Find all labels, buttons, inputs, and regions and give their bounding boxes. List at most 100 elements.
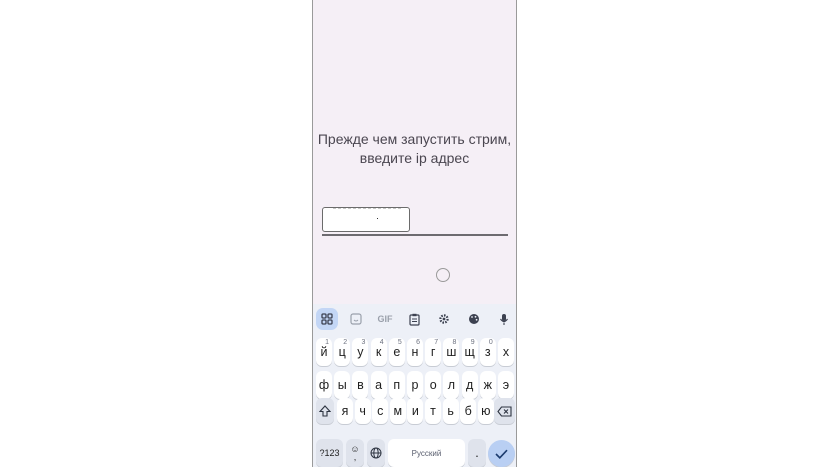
globe-icon [370,447,382,459]
text-cursor [377,218,378,219]
keyboard-toolbar: GIF [313,308,516,332]
mic-icon[interactable] [493,308,515,330]
symbols-key[interactable]: ?123 [316,439,343,467]
key-label: р [411,378,419,392]
space-key[interactable]: Русский [388,439,465,467]
loading-spinner-icon [436,268,450,282]
key-6[interactable]: т [425,398,441,424]
shift-key[interactable] [316,398,334,424]
prompt-line-1: Прежде чем запустить стрим, [317,131,512,147]
key-label: б [464,404,472,418]
key-number-hint: 4 [379,339,384,346]
key-9[interactable]: щ9 [461,338,478,366]
key-6[interactable]: н6 [407,338,423,366]
key-3[interactable]: в [352,371,369,399]
key-8[interactable]: ш8 [443,338,460,366]
key-9[interactable]: д [461,371,478,399]
key-8[interactable]: б [460,398,477,424]
key-number-hint: 3 [361,339,366,346]
key-label: д [465,378,474,392]
key-2[interactable]: ц2 [334,338,351,366]
period-key[interactable]: . [468,439,486,467]
key-11[interactable]: э [498,371,514,399]
key-label: щ [464,345,475,359]
key-label: ц [338,345,346,359]
backspace-key[interactable] [494,398,515,424]
comma-label: , [353,452,357,462]
key-label: з [484,345,491,359]
key-label: а [375,378,383,392]
key-3[interactable]: у3 [352,338,369,366]
key-label: й [320,345,328,359]
key-label: ш [446,345,457,359]
key-4[interactable]: а [370,371,387,399]
key-label: и [411,404,419,418]
key-label: ч [359,404,366,418]
key-1[interactable]: й1 [316,338,332,366]
key-label: е [393,345,401,359]
key-label: в [357,378,364,392]
key-11[interactable]: х [498,338,514,366]
key-label: н [411,345,419,359]
palette-icon[interactable] [463,308,485,330]
key-number-hint: 1 [325,339,329,346]
key-10[interactable]: ж [479,371,496,399]
key-label: я [341,404,349,418]
key-number-hint: 9 [470,339,475,346]
key-3[interactable]: с [372,398,389,424]
key-label: ь [447,404,454,418]
prompt-line-2: введите ip адрес [359,150,470,166]
input-underline [322,234,508,236]
keyboard: GIF й1ц2у3к4е5н6г7ш8щ9з0х фывапролджэ яч… [313,304,516,467]
key-label: г [430,345,436,359]
gif-button[interactable]: GIF [374,308,396,330]
key-label: о [429,378,437,392]
key-6[interactable]: р [407,371,423,399]
key-label: ю [481,404,491,418]
key-number-hint: 6 [416,339,420,346]
key-label: ф [318,378,330,392]
clipboard-icon[interactable] [403,308,425,330]
language-globe-key[interactable] [367,439,385,467]
comma-emoji-key[interactable]: ☺ , [346,439,364,467]
key-label: м [393,404,403,418]
key-1[interactable]: ф [316,371,332,399]
key-label: т [430,404,436,418]
key-4[interactable]: м [389,398,406,424]
key-number-hint: 5 [397,339,402,346]
key-label: п [393,378,401,392]
checkmark-icon [495,449,508,459]
key-9[interactable]: ю [477,398,494,424]
phone-screen: Прежде чем запустить стрим, введите ip а… [312,0,517,467]
key-label: у [357,345,364,359]
ip-prompt: Прежде чем запустить стрим, введите ip а… [313,130,516,168]
ip-address-input[interactable] [322,207,410,232]
key-8[interactable]: л [443,371,460,399]
key-5[interactable]: и [407,398,424,424]
key-2[interactable]: ы [334,371,351,399]
key-label: л [447,378,456,392]
key-1[interactable]: я [337,398,353,424]
key-label: ж [483,378,492,392]
key-5[interactable]: е5 [388,338,405,366]
key-number-hint: 0 [488,339,493,346]
key-label: э [502,378,510,392]
sticker-icon[interactable] [345,308,367,330]
key-7[interactable]: ь [442,398,459,424]
settings-icon[interactable] [433,308,455,330]
key-4[interactable]: к4 [370,338,387,366]
key-label: ы [337,378,347,392]
key-7[interactable]: о [425,371,442,399]
key-number-hint: 7 [434,339,439,346]
key-label: с [377,404,384,418]
enter-key[interactable] [488,440,515,467]
key-number-hint: 2 [343,339,348,346]
key-number-hint: 8 [452,339,457,346]
key-label: к [375,345,382,359]
key-5[interactable]: п [388,371,405,399]
key-label: х [502,345,510,359]
apps-grid-icon[interactable] [316,308,338,330]
key-10[interactable]: з0 [479,338,496,366]
key-7[interactable]: г7 [425,338,442,366]
key-2[interactable]: ч [354,398,371,424]
